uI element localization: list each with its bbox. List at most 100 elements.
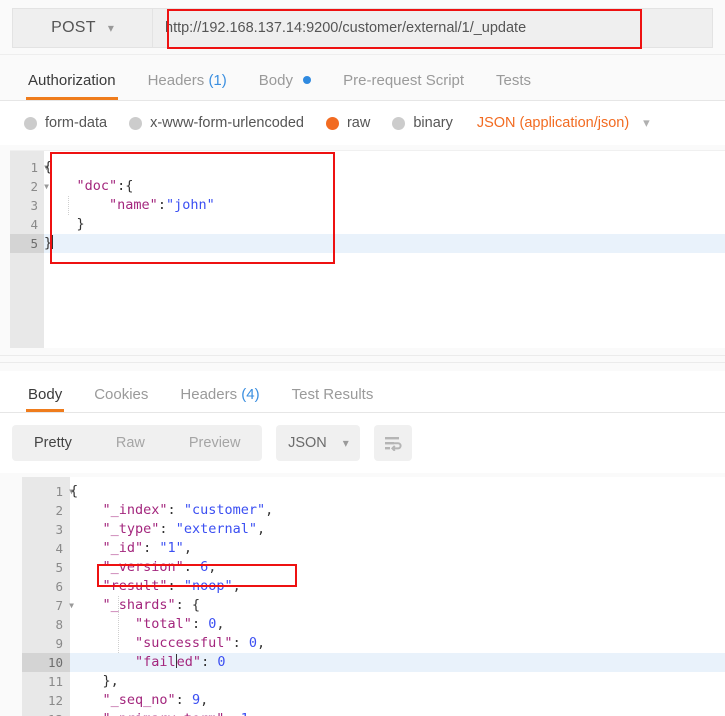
panel-splitter[interactable] [0,355,725,363]
code-line[interactable]: "result": "noop", [70,577,725,596]
code-line[interactable]: "doc":{ [44,177,725,196]
code-line[interactable]: "_index": "customer", [70,501,725,520]
view-mode-raw-label: Raw [116,435,145,451]
code-token [70,616,135,632]
line-number: 13 [22,710,63,716]
code-token: "_shards" [103,597,176,613]
request-body-editor[interactable]: 1▼2▼345 { "doc":{ "name":"john" }} [10,150,725,348]
radio-raw[interactable]: raw [326,115,370,131]
code-token: : { [176,597,200,613]
request-url-input[interactable]: http://192.168.137.14:9200/customer/exte… [152,8,713,48]
response-body-editor[interactable]: 1▼234567▼8910111213 { "_index": "custome… [22,477,725,716]
code-token: "_type" [103,521,160,537]
view-mode-preview[interactable]: Preview [167,425,263,461]
view-mode-raw[interactable]: Raw [94,425,167,461]
http-method-selector[interactable]: POST ▾ [12,8,152,48]
response-format-dropdown[interactable]: JSON ▾ [276,425,360,461]
tab-tests-label: Tests [496,72,531,89]
code-line[interactable]: "_shards": { [70,596,725,615]
code-token: "external" [176,521,257,537]
code-token [44,178,77,194]
view-mode-pretty[interactable]: Pretty [12,425,94,461]
code-token: "customer" [184,502,265,518]
code-token: : [159,521,175,537]
tab-authorization[interactable]: Authorization [12,72,132,100]
response-gutter: 1▼234567▼8910111213 [22,477,70,716]
line-number: 3 [22,520,63,539]
code-token: : [158,197,166,213]
code-token: "doc" [77,178,118,194]
code-token: , [184,540,192,556]
tab-tests[interactable]: Tests [480,72,547,100]
code-token: "name" [109,197,158,213]
code-token: { [44,159,52,175]
code-token [70,521,103,537]
response-tab-test-results[interactable]: Test Results [276,386,390,412]
response-tab-test-results-label: Test Results [292,386,374,403]
code-token [70,635,135,651]
code-token: "_id" [103,540,144,556]
code-line[interactable]: }, [70,672,725,691]
response-tab-body[interactable]: Body [12,386,78,412]
code-token [70,559,103,575]
code-line[interactable]: "_seq_no": 9, [70,691,725,710]
code-token: , [216,616,224,632]
line-number: 3 [10,196,38,215]
code-line[interactable]: "successful": 0, [70,634,725,653]
tab-headers[interactable]: Headers (1) [132,72,243,100]
code-token: 6 [200,559,208,575]
code-token: , [257,635,265,651]
request-code-area[interactable]: { "doc":{ "name":"john" }} [44,151,725,348]
line-number: 4 [22,539,63,558]
line-number: 7▼ [22,596,63,615]
code-line[interactable]: "_version": 6, [70,558,725,577]
code-token: : [233,635,249,651]
request-url-value: http://192.168.137.14:9200/customer/exte… [153,20,526,36]
body-type-radio-row: form-data x-www-form-urlencoded raw bina… [0,101,725,145]
code-token [70,502,103,518]
code-token [70,578,103,594]
code-line[interactable]: } [44,234,725,253]
radio-dot-selected-icon [326,117,339,130]
line-number: 4 [10,215,38,234]
response-tab-headers-label: Headers [180,386,237,403]
code-token: "_primary_term" [103,711,225,716]
radio-form-data[interactable]: form-data [24,115,107,131]
code-token: : [201,654,217,670]
code-token: , [257,521,265,537]
code-token: "_seq_no" [103,692,176,708]
line-number: 1▼ [22,482,63,501]
radio-x-www-form-urlencoded[interactable]: x-www-form-urlencoded [129,115,304,131]
radio-binary[interactable]: binary [392,115,453,131]
line-number: 6 [22,577,63,596]
code-token: : [143,540,159,556]
radio-form-data-label: form-data [45,115,107,131]
content-type-dropdown[interactable]: JSON (application/json) ▾ [477,115,650,131]
code-line[interactable]: "name":"john" [44,196,725,215]
code-line[interactable]: "_id": "1", [70,539,725,558]
code-line[interactable]: "total": 0, [70,615,725,634]
code-line[interactable]: } [44,215,725,234]
line-number: 2▼ [10,177,38,196]
code-line[interactable]: { [70,482,725,501]
wrap-lines-button[interactable] [374,425,412,461]
code-token: : [168,502,184,518]
code-line[interactable]: "_type": "external", [70,520,725,539]
response-code-area[interactable]: { "_index": "customer", "_type": "extern… [70,477,725,716]
wrap-lines-icon [383,435,403,451]
response-tab-headers[interactable]: Headers (4) [164,386,275,412]
code-line[interactable]: "_primary_term": 1 [70,710,725,716]
tab-body[interactable]: Body [243,72,327,100]
code-token: : [224,711,240,716]
code-token: , [265,502,273,518]
tab-authorization-label: Authorization [28,72,116,89]
code-token: :{ [117,178,133,194]
code-line[interactable]: "failed": 0 [70,653,725,672]
code-line[interactable]: { [44,158,725,177]
radio-dot-icon [129,117,142,130]
code-token: "fail [135,654,176,670]
response-tab-bar: Body Cookies Headers (4) Test Results [0,371,725,413]
response-tab-cookies[interactable]: Cookies [78,386,164,412]
tab-pre-request-script[interactable]: Pre-request Script [327,72,480,100]
code-token [70,692,103,708]
